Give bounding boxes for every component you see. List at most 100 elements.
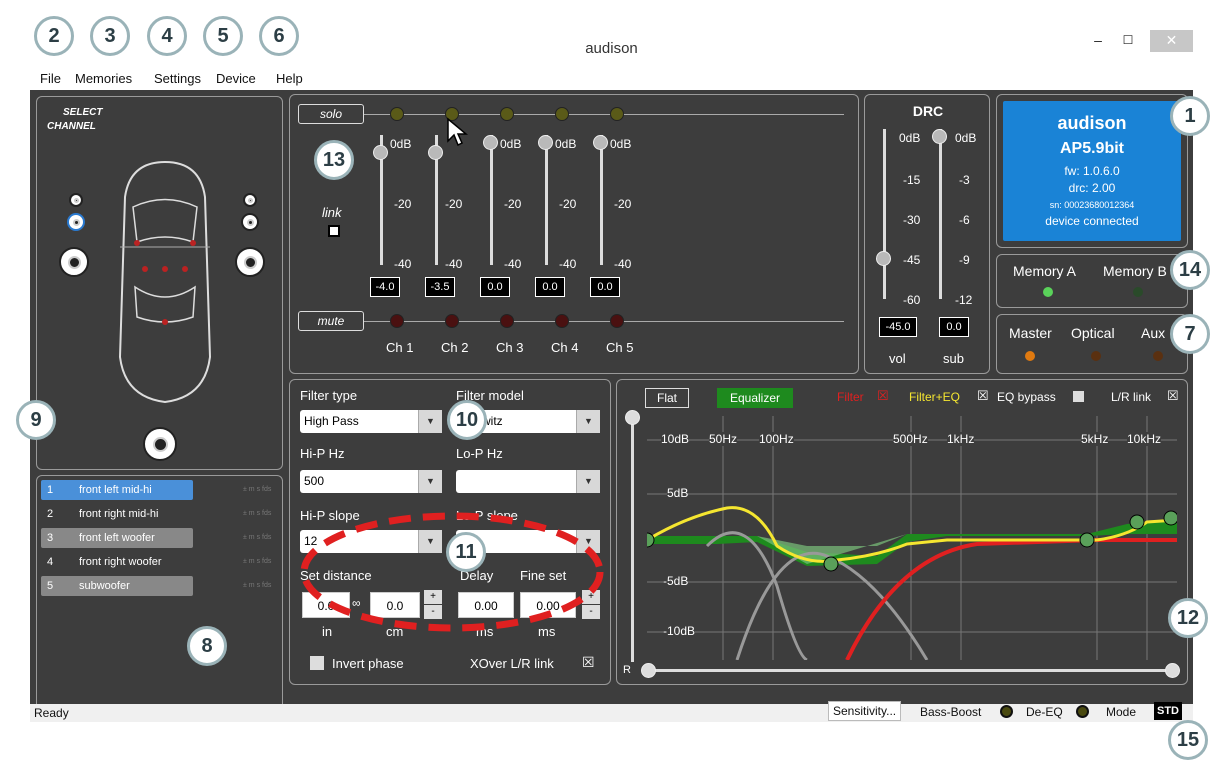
sensitivity-button[interactable]: Sensitivity... bbox=[828, 701, 902, 721]
device-info-panel: audison AP5.9bit fw: 1.0.6.0 drc: 2.00 s… bbox=[996, 94, 1188, 248]
link-checkbox[interactable] bbox=[328, 225, 340, 237]
gain-value-ch2[interactable]: -3.5 bbox=[425, 277, 455, 297]
gain-value-ch4[interactable]: 0.0 bbox=[535, 277, 565, 297]
eq-point-4[interactable] bbox=[1129, 514, 1145, 530]
channel-item-2[interactable]: 2 front right mid-hi bbox=[41, 504, 193, 524]
speaker-front-right-woofer-icon[interactable] bbox=[235, 247, 265, 277]
channel-label-5: Ch 5 bbox=[606, 340, 634, 355]
vol-value[interactable]: -45.0 bbox=[879, 317, 917, 337]
sub-scale-3: -3 bbox=[959, 173, 970, 187]
device-brand: audison bbox=[1057, 113, 1127, 133]
filter-eq-toggle-checkbox[interactable]: ☒ bbox=[977, 388, 989, 404]
eq-bypass-checkbox[interactable] bbox=[1073, 391, 1084, 402]
solo-dot-ch4[interactable] bbox=[555, 107, 569, 121]
mute-dot-ch4[interactable] bbox=[555, 314, 569, 328]
scale-0db-ch1: 0dB bbox=[390, 137, 412, 151]
fader-knob-ch4[interactable] bbox=[538, 135, 553, 150]
callout-5: 5 bbox=[203, 16, 243, 56]
channel-list-panel: 1 front left mid-hi 2 front right mid-hi 3… bbox=[36, 475, 283, 717]
flat-button[interactable]: Flat bbox=[645, 388, 689, 408]
fader-knob-ch2[interactable] bbox=[428, 145, 443, 160]
callout-13: 13 bbox=[314, 140, 354, 180]
optical-label: Optical bbox=[1071, 325, 1115, 341]
speaker-front-left-woofer-icon[interactable] bbox=[59, 247, 89, 277]
solo-dot-ch1[interactable] bbox=[390, 107, 404, 121]
aux-led[interactable] bbox=[1153, 351, 1163, 361]
subwoofer-icon[interactable] bbox=[143, 427, 177, 461]
menu-file[interactable]: File bbox=[40, 71, 61, 86]
channel-item-4[interactable]: 4 front right woofer bbox=[41, 552, 193, 572]
channel-item-1[interactable]: 1 front left mid-hi bbox=[41, 480, 193, 500]
eq-point-5[interactable] bbox=[1163, 510, 1177, 526]
callout-2: 2 bbox=[34, 16, 74, 56]
mute-button[interactable]: mute bbox=[298, 311, 364, 331]
hip-hz-select[interactable]: 500 ▼ bbox=[300, 470, 442, 493]
sub-fader-knob[interactable] bbox=[932, 129, 947, 144]
gain-value-ch3[interactable]: 0.0 bbox=[480, 277, 510, 297]
scale-40-ch4: -40 bbox=[559, 257, 577, 271]
mute-dot-ch3[interactable] bbox=[500, 314, 514, 328]
menu-settings[interactable]: Settings bbox=[154, 71, 201, 86]
menu-device[interactable]: Device bbox=[216, 71, 256, 86]
channel-item-5[interactable]: 5 subwoofer bbox=[41, 576, 193, 596]
optical-led[interactable] bbox=[1091, 351, 1101, 361]
eq-point-2[interactable] bbox=[823, 556, 839, 572]
speaker-front-right-mid-icon[interactable] bbox=[241, 213, 259, 231]
lr-link-checkbox[interactable]: ☒ bbox=[1167, 388, 1179, 404]
device-fw: fw: 1.0.6.0 bbox=[1064, 164, 1120, 178]
sub-scale-6: -6 bbox=[959, 213, 970, 227]
bass-boost-led[interactable] bbox=[1000, 705, 1013, 718]
master-led[interactable] bbox=[1025, 351, 1035, 361]
speaker-front-left-mid-icon[interactable] bbox=[67, 213, 85, 231]
drc-panel: DRC 0dB -15 -30 -45 -60 0dB -3 -6 -9 -12… bbox=[864, 94, 990, 374]
minimize-button[interactable]: – bbox=[1088, 30, 1108, 52]
vertical-slider-knob[interactable] bbox=[625, 410, 640, 425]
close-button[interactable]: ✕ bbox=[1150, 30, 1193, 52]
db-label-5: 5dB bbox=[667, 486, 689, 500]
sub-value[interactable]: 0.0 bbox=[939, 317, 969, 337]
mute-dot-ch2[interactable] bbox=[445, 314, 459, 328]
device-info-box[interactable]: audison AP5.9bit fw: 1.0.6.0 drc: 2.00 s… bbox=[1003, 101, 1181, 241]
solo-button[interactable]: solo bbox=[298, 104, 364, 124]
fader-knob-ch1[interactable] bbox=[373, 145, 388, 160]
fader-knob-ch3[interactable] bbox=[483, 135, 498, 150]
device-drc: drc: 2.00 bbox=[1068, 181, 1116, 195]
master-label: Master bbox=[1009, 325, 1052, 341]
r-label: R bbox=[623, 664, 631, 676]
xover-lr-link-checkbox[interactable]: ☒ bbox=[582, 654, 595, 671]
vol-label: vol bbox=[889, 351, 906, 366]
memory-b-label: Memory B bbox=[1103, 263, 1167, 279]
memory-b-led[interactable] bbox=[1133, 287, 1143, 297]
mute-dot-ch5[interactable] bbox=[610, 314, 624, 328]
lop-hz-select[interactable]: ▼ bbox=[456, 470, 600, 493]
speaker-front-left-tweeter-icon[interactable] bbox=[69, 193, 83, 207]
vol-fader-knob[interactable] bbox=[876, 251, 891, 266]
invert-phase-checkbox[interactable] bbox=[310, 656, 324, 670]
solo-dot-ch3[interactable] bbox=[500, 107, 514, 121]
app-window: audison – ☐ ✕ File Memories Settings Dev… bbox=[30, 30, 1193, 722]
gain-value-ch1[interactable]: -4.0 bbox=[370, 277, 400, 297]
menu-help[interactable]: Help bbox=[276, 71, 303, 86]
solo-dot-ch5[interactable] bbox=[610, 107, 624, 121]
equalizer-button[interactable]: Equalizer bbox=[717, 388, 793, 408]
mute-line bbox=[364, 321, 844, 322]
eq-point-3[interactable] bbox=[1079, 532, 1095, 548]
mute-dot-ch1[interactable] bbox=[390, 314, 404, 328]
de-eq-led[interactable] bbox=[1076, 705, 1089, 718]
filter-toggle-checkbox[interactable]: ☒ bbox=[877, 388, 889, 404]
memory-a-led[interactable] bbox=[1043, 287, 1053, 297]
channel-label-3: Ch 3 bbox=[496, 340, 524, 355]
maximize-button[interactable]: ☐ bbox=[1118, 30, 1138, 52]
menu-memories[interactable]: Memories bbox=[75, 71, 132, 86]
eq-response-graph[interactable] bbox=[647, 416, 1177, 660]
car-top-view-icon[interactable] bbox=[105, 157, 225, 407]
mode-std-button[interactable]: STD bbox=[1154, 702, 1182, 720]
callout-7: 7 bbox=[1170, 314, 1210, 354]
speaker-front-right-tweeter-icon[interactable] bbox=[243, 193, 257, 207]
channel-item-3[interactable]: 3 front left woofer bbox=[41, 528, 193, 548]
gain-value-ch5[interactable]: 0.0 bbox=[590, 277, 620, 297]
horizontal-slider-knob-right[interactable] bbox=[1165, 663, 1180, 678]
horizontal-slider-knob-left[interactable] bbox=[641, 663, 656, 678]
filter-type-select[interactable]: High Pass ▼ bbox=[300, 410, 442, 433]
fader-knob-ch5[interactable] bbox=[593, 135, 608, 150]
